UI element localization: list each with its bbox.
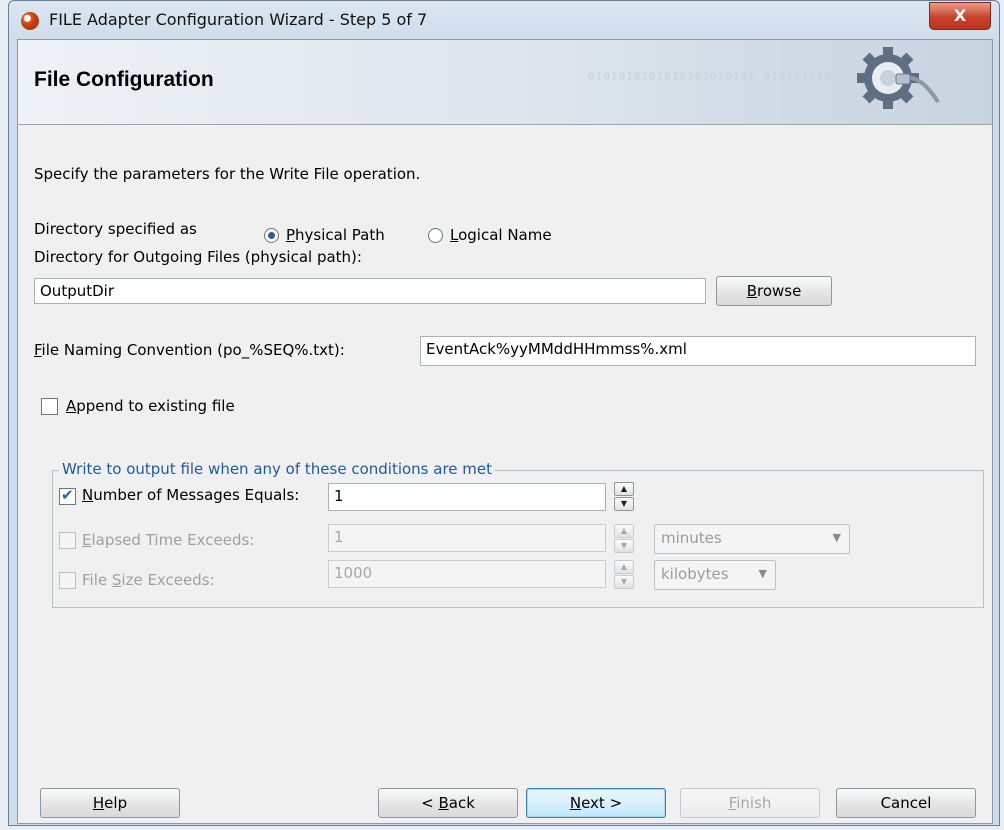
physical-path-rest: hysical Path	[295, 226, 385, 244]
filesize-unit-value: kilobytes	[661, 565, 729, 583]
naming-rest: ile Naming Convention (po_%SEQ%.txt):	[41, 341, 345, 359]
back-prefix: <	[421, 794, 439, 812]
physical-path-mnemonic: P	[286, 226, 296, 244]
elapsed-unit-select[interactable]: minutes ▼	[654, 524, 850, 554]
filesize-label: File Size Exceeds:	[82, 571, 215, 589]
naming-convention-label: File Naming Convention (po_%SEQ%.txt):	[34, 341, 345, 359]
help-button[interactable]: Help	[40, 788, 180, 818]
next-rest: ext >	[581, 794, 623, 812]
back-rest: ack	[448, 794, 475, 812]
cancel-button[interactable]: Cancel	[836, 788, 976, 818]
logical-name-label[interactable]: Logical Name	[450, 226, 552, 244]
filesize-checkbox[interactable]	[59, 572, 76, 589]
messages-label[interactable]: Number of Messages Equals:	[82, 486, 299, 504]
binary-decoration: 0101010101010101010101 010101010	[588, 70, 832, 83]
next-button[interactable]: Next >	[526, 788, 666, 818]
logical-name-rest: ogical Name	[458, 226, 552, 244]
wizard-client-area: File Configuration 010101010101010101010…	[17, 39, 993, 824]
elapsed-checkbox[interactable]	[59, 532, 76, 549]
write-conditions-legend: Write to output file when any of these c…	[59, 460, 496, 478]
elapsed-rest: lapsed Time Exceeds:	[91, 531, 255, 549]
adapter-gear-icon	[857, 47, 940, 109]
browse-button[interactable]: Browse	[716, 276, 832, 306]
elapsed-unit-value: minutes	[661, 529, 722, 547]
messages-spinner[interactable]: ▲ ▼	[614, 482, 634, 512]
close-button[interactable]: X	[929, 2, 991, 30]
help-mnemonic: H	[92, 794, 105, 812]
spin-down-icon[interactable]: ▼	[614, 575, 634, 589]
spin-up-icon[interactable]: ▲	[614, 560, 634, 574]
help-rest: elp	[104, 794, 128, 812]
elapsed-input[interactable]: 1	[328, 524, 606, 552]
filesize-unit-select[interactable]: kilobytes ▼	[654, 560, 776, 590]
next-mnemonic: N	[569, 794, 582, 812]
naming-convention-input[interactable]: EventAck%yyMMddHHmmss%.xml	[420, 336, 976, 366]
finish-rest: inish	[736, 794, 772, 812]
wizard-header: File Configuration 010101010101010101010…	[18, 40, 992, 125]
elapsed-label: Elapsed Time Exceeds:	[82, 531, 254, 549]
elapsed-spinner[interactable]: ▲ ▼	[614, 524, 634, 554]
filesize-spinner[interactable]: ▲ ▼	[614, 560, 634, 590]
wizard-window: FILE Adapter Configuration Wizard - Step…	[8, 0, 1000, 826]
browse-rest: rowse	[756, 282, 802, 300]
filesize-prefix: File	[82, 571, 112, 589]
chevron-down-icon: ▼	[832, 531, 841, 544]
messages-rest: umber of Messages Equals:	[93, 486, 300, 504]
outgoing-directory-label: Directory for Outgoing Files (physical p…	[34, 248, 362, 266]
logical-name-mnemonic: L	[450, 226, 459, 244]
spin-down-icon[interactable]: ▼	[614, 539, 634, 553]
append-rest: ppend to existing file	[76, 397, 235, 415]
logical-name-radio[interactable]	[428, 228, 443, 243]
back-button[interactable]: < Back	[378, 788, 518, 818]
naming-mnemonic: F	[34, 341, 42, 359]
filesize-rest: ize Exceeds:	[121, 571, 215, 589]
window-title: FILE Adapter Configuration Wizard - Step…	[49, 10, 428, 29]
messages-checkbox[interactable]: ✔	[59, 486, 76, 505]
append-mnemonic: A	[66, 397, 77, 415]
chevron-down-icon: ▼	[758, 567, 767, 580]
physical-path-radio[interactable]	[264, 228, 279, 243]
checkmark-icon: ✔	[61, 486, 74, 504]
physical-path-label[interactable]: Physical Path	[286, 226, 385, 244]
spin-down-icon[interactable]: ▼	[614, 497, 634, 511]
outgoing-directory-input[interactable]: OutputDir	[34, 278, 706, 304]
title-bar[interactable]: FILE Adapter Configuration Wizard - Step…	[9, 1, 999, 39]
append-label[interactable]: Append to existing file	[66, 397, 235, 415]
page-title: File Configuration	[34, 68, 214, 91]
filesize-mnemonic: S	[111, 571, 122, 589]
intro-text: Specify the parameters for the Write Fil…	[34, 165, 421, 183]
directory-specified-label: Directory specified as	[34, 220, 197, 238]
messages-mnemonic: N	[82, 486, 94, 504]
browse-mnemonic: B	[746, 282, 757, 300]
app-icon	[21, 12, 39, 30]
back-mnemonic: B	[438, 794, 449, 812]
spin-up-icon[interactable]: ▲	[614, 482, 634, 496]
filesize-input[interactable]: 1000	[328, 560, 606, 588]
messages-input[interactable]: 1	[328, 483, 606, 511]
append-checkbox[interactable]	[41, 398, 58, 415]
finish-button[interactable]: Finish	[680, 788, 820, 818]
spin-up-icon[interactable]: ▲	[614, 524, 634, 538]
